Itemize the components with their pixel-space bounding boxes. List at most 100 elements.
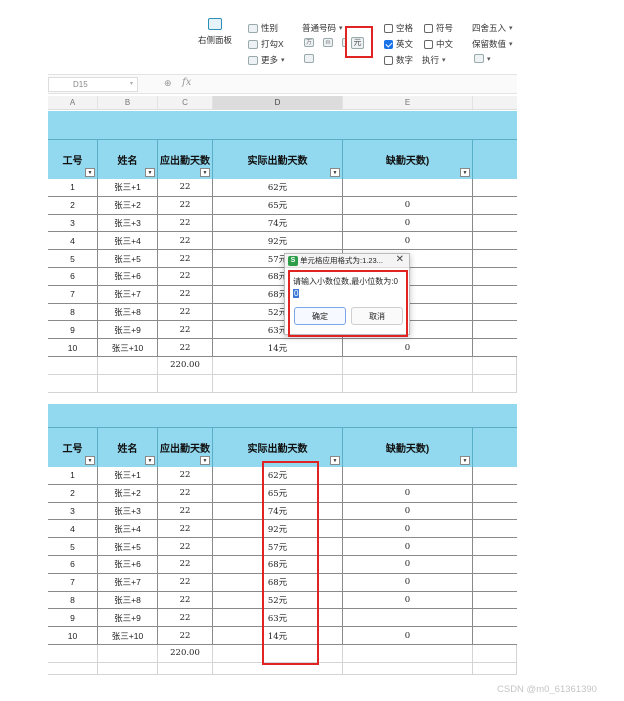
due-days-cell[interactable]: 22 — [158, 467, 213, 484]
table-cell[interactable] — [473, 520, 517, 537]
due-days-cell[interactable]: 22 — [158, 520, 213, 538]
table-cell[interactable] — [98, 644, 158, 662]
checkbox-number[interactable]: 数字 — [384, 54, 413, 66]
table-cell[interactable] — [48, 644, 98, 662]
due-days-cell[interactable]: 22 — [158, 250, 213, 267]
table-cell[interactable] — [473, 627, 517, 644]
absent-days-cell[interactable]: 0 — [343, 502, 473, 520]
table-cell[interactable] — [473, 374, 517, 392]
due-days-cell[interactable]: 22 — [158, 232, 213, 250]
header-empty[interactable] — [473, 428, 517, 467]
employee-id-cell[interactable]: 10 — [48, 339, 98, 356]
due-days-cell[interactable]: 22 — [158, 573, 213, 591]
filter-icon[interactable]: ▼ — [330, 168, 340, 177]
absent-days-cell[interactable]: 0 — [343, 232, 473, 250]
due-days-cell[interactable]: 22 — [158, 179, 213, 196]
checkbox-chinese-box[interactable] — [424, 39, 433, 49]
column-header-e[interactable]: E — [343, 96, 473, 109]
header-actual-days[interactable]: 实际出勤天数 ▼ — [213, 140, 343, 179]
table-cell[interactable] — [473, 592, 517, 609]
table-cell[interactable] — [343, 662, 473, 674]
absent-days-cell[interactable] — [343, 609, 473, 627]
table-cell[interactable] — [213, 356, 343, 374]
column-header-f[interactable] — [473, 96, 517, 109]
due-days-cell[interactable]: 22 — [158, 285, 213, 303]
employee-id-cell[interactable]: 4 — [48, 520, 98, 538]
fx-icon[interactable]: fx — [182, 77, 191, 88]
column-header-b[interactable]: B — [98, 96, 158, 109]
filter-icon[interactable]: ▼ — [85, 456, 95, 465]
employee-id-cell[interactable]: 8 — [48, 591, 98, 609]
header-due-days[interactable]: 应出勤天数 ▼ — [158, 428, 213, 467]
header-name[interactable]: 姓名 ▼ — [98, 140, 158, 179]
filter-icon[interactable]: ▼ — [330, 456, 340, 465]
actual-days-cell[interactable]: 14元 — [213, 339, 343, 356]
dialog-title-bar[interactable]: S 单元格应用格式为:1.23... ✕ — [285, 254, 409, 268]
column-header-d[interactable]: D — [213, 96, 343, 109]
employee-name-cell[interactable]: 张三+1 — [98, 467, 158, 484]
actual-days-cell[interactable]: 62元 — [213, 179, 343, 196]
filter-icon[interactable]: ▼ — [85, 168, 95, 177]
employee-name-cell[interactable]: 张三+9 — [98, 321, 158, 339]
employee-name-cell[interactable]: 张三+4 — [98, 232, 158, 250]
due-days-cell[interactable]: 22 — [158, 196, 213, 214]
due-days-cell[interactable]: 22 — [158, 502, 213, 520]
employee-name-cell[interactable]: 张三+5 — [98, 250, 158, 267]
table-cell[interactable] — [473, 339, 517, 356]
table-cell[interactable] — [473, 356, 517, 374]
due-days-cell[interactable]: 22 — [158, 321, 213, 339]
header-absent-days[interactable]: 缺勤天数) ▼ — [343, 140, 473, 179]
actual-days-cell[interactable]: 74元 — [213, 214, 343, 232]
checkbox-chinese[interactable]: 中文 — [424, 38, 453, 50]
checkbox-english-box[interactable] — [384, 39, 393, 49]
table-cell[interactable] — [473, 662, 517, 674]
total-due-cell[interactable]: 220.00 — [158, 644, 213, 662]
absent-days-cell[interactable] — [343, 179, 473, 196]
employee-id-cell[interactable]: 9 — [48, 321, 98, 339]
checkbox-number-box[interactable] — [384, 55, 393, 65]
table-cell[interactable] — [48, 374, 98, 392]
employee-id-cell[interactable]: 3 — [48, 214, 98, 232]
due-days-cell[interactable]: 22 — [158, 214, 213, 232]
table-cell[interactable] — [98, 662, 158, 674]
due-days-cell[interactable]: 22 — [158, 538, 213, 555]
employee-name-cell[interactable]: 张三+7 — [98, 285, 158, 303]
plus-dropdown[interactable]: ▾ — [474, 54, 491, 63]
table-cell[interactable] — [473, 467, 517, 484]
employee-id-cell[interactable]: 1 — [48, 179, 98, 196]
tick-x-button[interactable]: 打勾X — [248, 38, 284, 50]
m-format-button[interactable]: m — [323, 38, 333, 47]
filter-icon[interactable]: ▼ — [200, 168, 210, 177]
employee-id-cell[interactable]: 5 — [48, 250, 98, 267]
employee-name-cell[interactable]: 张三+9 — [98, 609, 158, 627]
table-cell[interactable] — [473, 556, 517, 573]
table-cell[interactable] — [473, 232, 517, 249]
checkbox-symbol[interactable]: 符号 — [424, 22, 453, 34]
absent-days-cell[interactable]: 0 — [343, 339, 473, 356]
header-employee-id[interactable]: 工号 ▼ — [48, 428, 98, 467]
table-cell[interactable] — [473, 250, 517, 267]
wan-format-button[interactable]: 万 — [304, 38, 314, 47]
employee-id-cell[interactable]: 5 — [48, 538, 98, 555]
table-cell[interactable] — [473, 304, 517, 321]
table-cell[interactable] — [473, 197, 517, 214]
table-cell[interactable] — [473, 321, 517, 338]
absent-days-cell[interactable]: 0 — [343, 484, 473, 502]
cell-reference-box[interactable]: D15 — [48, 77, 138, 92]
keep-value-dropdown[interactable]: 保留数值 ▾ — [472, 38, 513, 50]
due-days-cell[interactable]: 22 — [158, 484, 213, 502]
table-cell[interactable] — [473, 215, 517, 232]
absent-days-cell[interactable]: 0 — [343, 196, 473, 214]
employee-id-cell[interactable]: 10 — [48, 627, 98, 644]
employee-name-cell[interactable]: 张三+1 — [98, 179, 158, 196]
checkbox-english[interactable]: 英文 — [384, 38, 413, 50]
column-header-a[interactable]: A — [48, 96, 98, 109]
filter-icon[interactable]: ▼ — [200, 456, 210, 465]
table-cell[interactable] — [158, 662, 213, 674]
due-days-cell[interactable]: 22 — [158, 555, 213, 573]
employee-id-cell[interactable]: 2 — [48, 484, 98, 502]
table-cell[interactable] — [473, 286, 517, 303]
due-days-cell[interactable]: 22 — [158, 267, 213, 285]
table-cell[interactable] — [343, 356, 473, 374]
absent-days-cell[interactable]: 0 — [343, 555, 473, 573]
